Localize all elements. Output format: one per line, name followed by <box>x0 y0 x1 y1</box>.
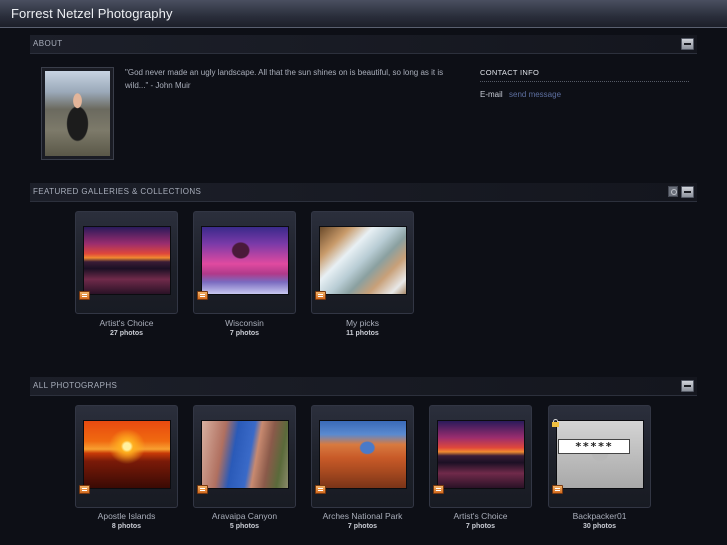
photo-count: 11 photos <box>346 330 379 337</box>
featured-section-header: FEATURED GALLERIES & COLLECTIONS <box>30 183 697 202</box>
gallery-icon <box>433 485 444 494</box>
gallery-icon <box>79 485 90 494</box>
site-title[interactable]: Forrest Netzel Photography <box>11 6 173 21</box>
gallery-thumbnail[interactable] <box>83 226 171 295</box>
gallery-card[interactable] <box>311 211 414 314</box>
about-section-header: ABOUT <box>30 35 697 54</box>
gallery-card[interactable] <box>429 405 532 508</box>
gallery-card-locked[interactable]: ***** <box>548 405 651 508</box>
gallery-title[interactable]: Wisconsin <box>193 318 296 328</box>
password-mask: ***** <box>558 439 630 454</box>
collapse-icon[interactable] <box>681 380 694 392</box>
gallery-title[interactable]: Apostle Islands <box>75 511 178 521</box>
send-message-link[interactable]: send message <box>509 90 561 99</box>
gallery-icon <box>315 485 326 494</box>
gallery-thumbnail[interactable] <box>83 420 171 489</box>
collapse-icon[interactable] <box>681 38 694 50</box>
gallery-icon <box>315 291 326 300</box>
gallery-card[interactable] <box>75 211 178 314</box>
photo-count: 5 photos <box>229 523 260 530</box>
gallery-thumbnail[interactable] <box>201 226 289 295</box>
gallery-card[interactable] <box>193 211 296 314</box>
gallery-icon <box>197 291 208 300</box>
contact-info-title: CONTACT INFO <box>480 68 689 82</box>
photo-count: 7 photos <box>229 330 260 337</box>
gallery-title[interactable]: My picks <box>311 318 414 328</box>
gallery-title[interactable]: Artist's Choice <box>429 511 532 521</box>
avatar <box>41 67 114 160</box>
gallery-title[interactable]: Arches National Park <box>311 511 414 521</box>
photo-count: 7 photos <box>347 523 378 530</box>
gallery-title[interactable]: Aravaipa Canyon <box>193 511 296 521</box>
gallery-thumbnail[interactable] <box>319 226 407 295</box>
about-quote: "God never made an ugly landscape. All t… <box>125 68 444 90</box>
gallery-card[interactable] <box>75 405 178 508</box>
lock-icon <box>552 419 559 427</box>
photo-count: 8 photos <box>111 523 142 530</box>
photo-count: 30 photos <box>582 523 617 530</box>
gallery-thumbnail[interactable] <box>201 420 289 489</box>
all-photographs-section-header: ALL PHOTOGRAPHS <box>30 377 697 396</box>
gallery-thumbnail[interactable] <box>437 420 525 489</box>
gallery-icon <box>552 485 563 494</box>
gallery-thumbnail[interactable] <box>319 420 407 489</box>
gallery-card[interactable] <box>311 405 414 508</box>
photo-count: 27 photos <box>109 330 144 337</box>
gallery-icon <box>79 291 90 300</box>
feed-icon[interactable] <box>668 186 678 197</box>
photo-count: 7 photos <box>465 523 496 530</box>
gallery-card[interactable] <box>193 405 296 508</box>
gallery-title[interactable]: Backpacker01 <box>548 511 651 521</box>
section-label: ABOUT <box>33 39 63 48</box>
section-label: ALL PHOTOGRAPHS <box>33 381 118 390</box>
collapse-icon[interactable] <box>681 186 694 198</box>
gallery-thumbnail[interactable] <box>556 420 644 489</box>
gallery-title[interactable]: Artist's Choice <box>75 318 178 328</box>
email-label: E-mail <box>480 90 503 99</box>
section-label: FEATURED GALLERIES & COLLECTIONS <box>33 187 202 196</box>
gallery-icon <box>197 485 208 494</box>
top-bar: Forrest Netzel Photography <box>0 0 727 28</box>
